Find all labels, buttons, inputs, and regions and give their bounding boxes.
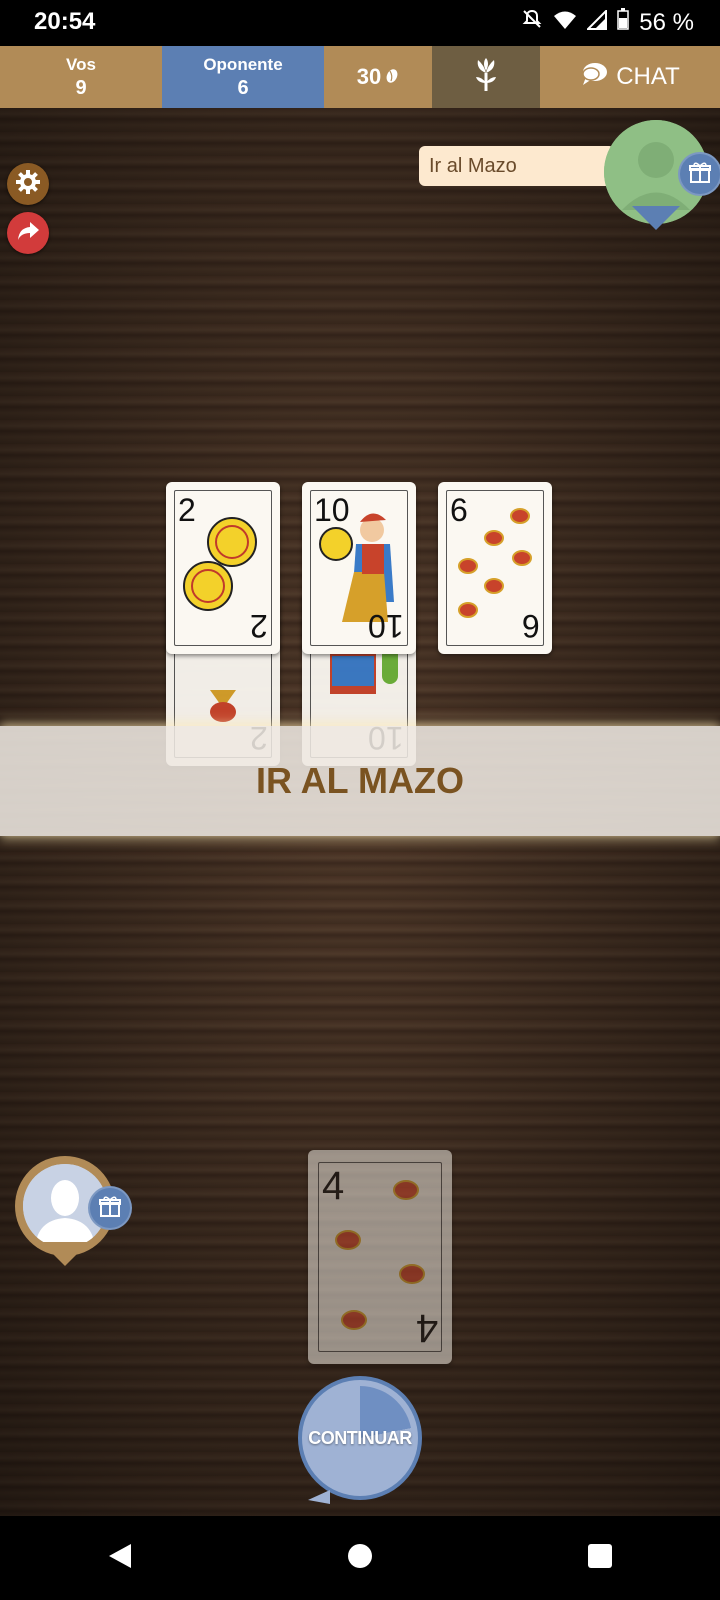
target-points: 30 <box>324 46 432 108</box>
continue-button-label: CONTINUAR <box>308 1427 412 1448</box>
gift-icon <box>99 1195 121 1222</box>
card-number: 2 <box>178 492 196 528</box>
opponent-played-card-3: 6 6 <box>438 482 552 654</box>
bell-off-icon <box>521 8 543 37</box>
opponent-score: 6 <box>237 76 249 99</box>
my-score: 9 <box>75 76 87 99</box>
recents-square-icon <box>587 1543 613 1574</box>
card-number-bottom: 6 <box>522 608 540 644</box>
my-gift-button[interactable] <box>88 1186 132 1230</box>
opponent-played-card-2: 10 10 <box>302 482 416 654</box>
continue-button[interactable]: CONTINUAR <box>298 1376 422 1504</box>
back-triangle-icon <box>107 1542 133 1575</box>
flower-icon <box>472 57 500 98</box>
card-number: 6 <box>450 492 468 528</box>
status-time: 20:54 <box>34 8 96 35</box>
card-number-bottom: 4 <box>415 1306 438 1350</box>
status-bar: 20:54 56 % <box>0 0 720 46</box>
battery-icon <box>617 8 630 37</box>
opponent-played-card-1: 2 2 <box>166 482 280 654</box>
share-button[interactable] <box>7 212 49 254</box>
opponent-score-panel: Oponente 6 <box>162 46 324 108</box>
flor-button[interactable] <box>432 46 540 108</box>
card-number: 4 <box>322 1164 345 1208</box>
recents-button[interactable] <box>570 1528 630 1588</box>
home-button[interactable] <box>330 1528 390 1588</box>
action-banner-text: IR AL MAZO <box>256 760 464 801</box>
gear-icon <box>15 169 41 200</box>
wifi-icon <box>553 9 577 37</box>
my-name: Vos <box>66 54 96 74</box>
opponent-avatar-pin <box>632 206 680 230</box>
status-icons: 56 % <box>521 8 694 37</box>
scoreboard: Vos 9 Oponente 6 30 CHAT <box>0 46 720 108</box>
target-points-value: 30 <box>356 64 382 89</box>
my-avatar-pin <box>41 1242 89 1266</box>
battery-percent: 56 % <box>639 8 694 36</box>
action-banner: IR AL MAZO <box>0 726 720 836</box>
game-table: Ir al Mazo 2 10 <box>0 108 720 1516</box>
card-number-bottom: 10 <box>368 608 404 644</box>
back-button[interactable] <box>90 1528 150 1588</box>
gift-icon <box>689 161 711 188</box>
chat-label: CHAT <box>616 63 680 90</box>
bean-icon <box>385 64 399 90</box>
hand-card-1[interactable]: 4 4 <box>308 1150 452 1364</box>
chat-icon <box>580 61 608 94</box>
card-number-bottom: 2 <box>250 608 268 644</box>
chat-button[interactable]: CHAT <box>540 46 720 108</box>
settings-button[interactable] <box>7 163 49 205</box>
opponent-name: Oponente <box>203 54 283 74</box>
share-arrow-icon <box>16 220 40 247</box>
home-circle-icon <box>347 1543 373 1574</box>
opponent-speech-text: Ir al Mazo <box>429 154 517 177</box>
signal-icon <box>585 8 608 37</box>
my-score-panel: Vos 9 <box>0 46 162 108</box>
system-nav-bar <box>0 1516 720 1600</box>
opponent-speech-bubble: Ir al Mazo <box>419 146 633 186</box>
opponent-gift-button[interactable] <box>678 152 720 196</box>
card-number: 10 <box>314 492 350 528</box>
